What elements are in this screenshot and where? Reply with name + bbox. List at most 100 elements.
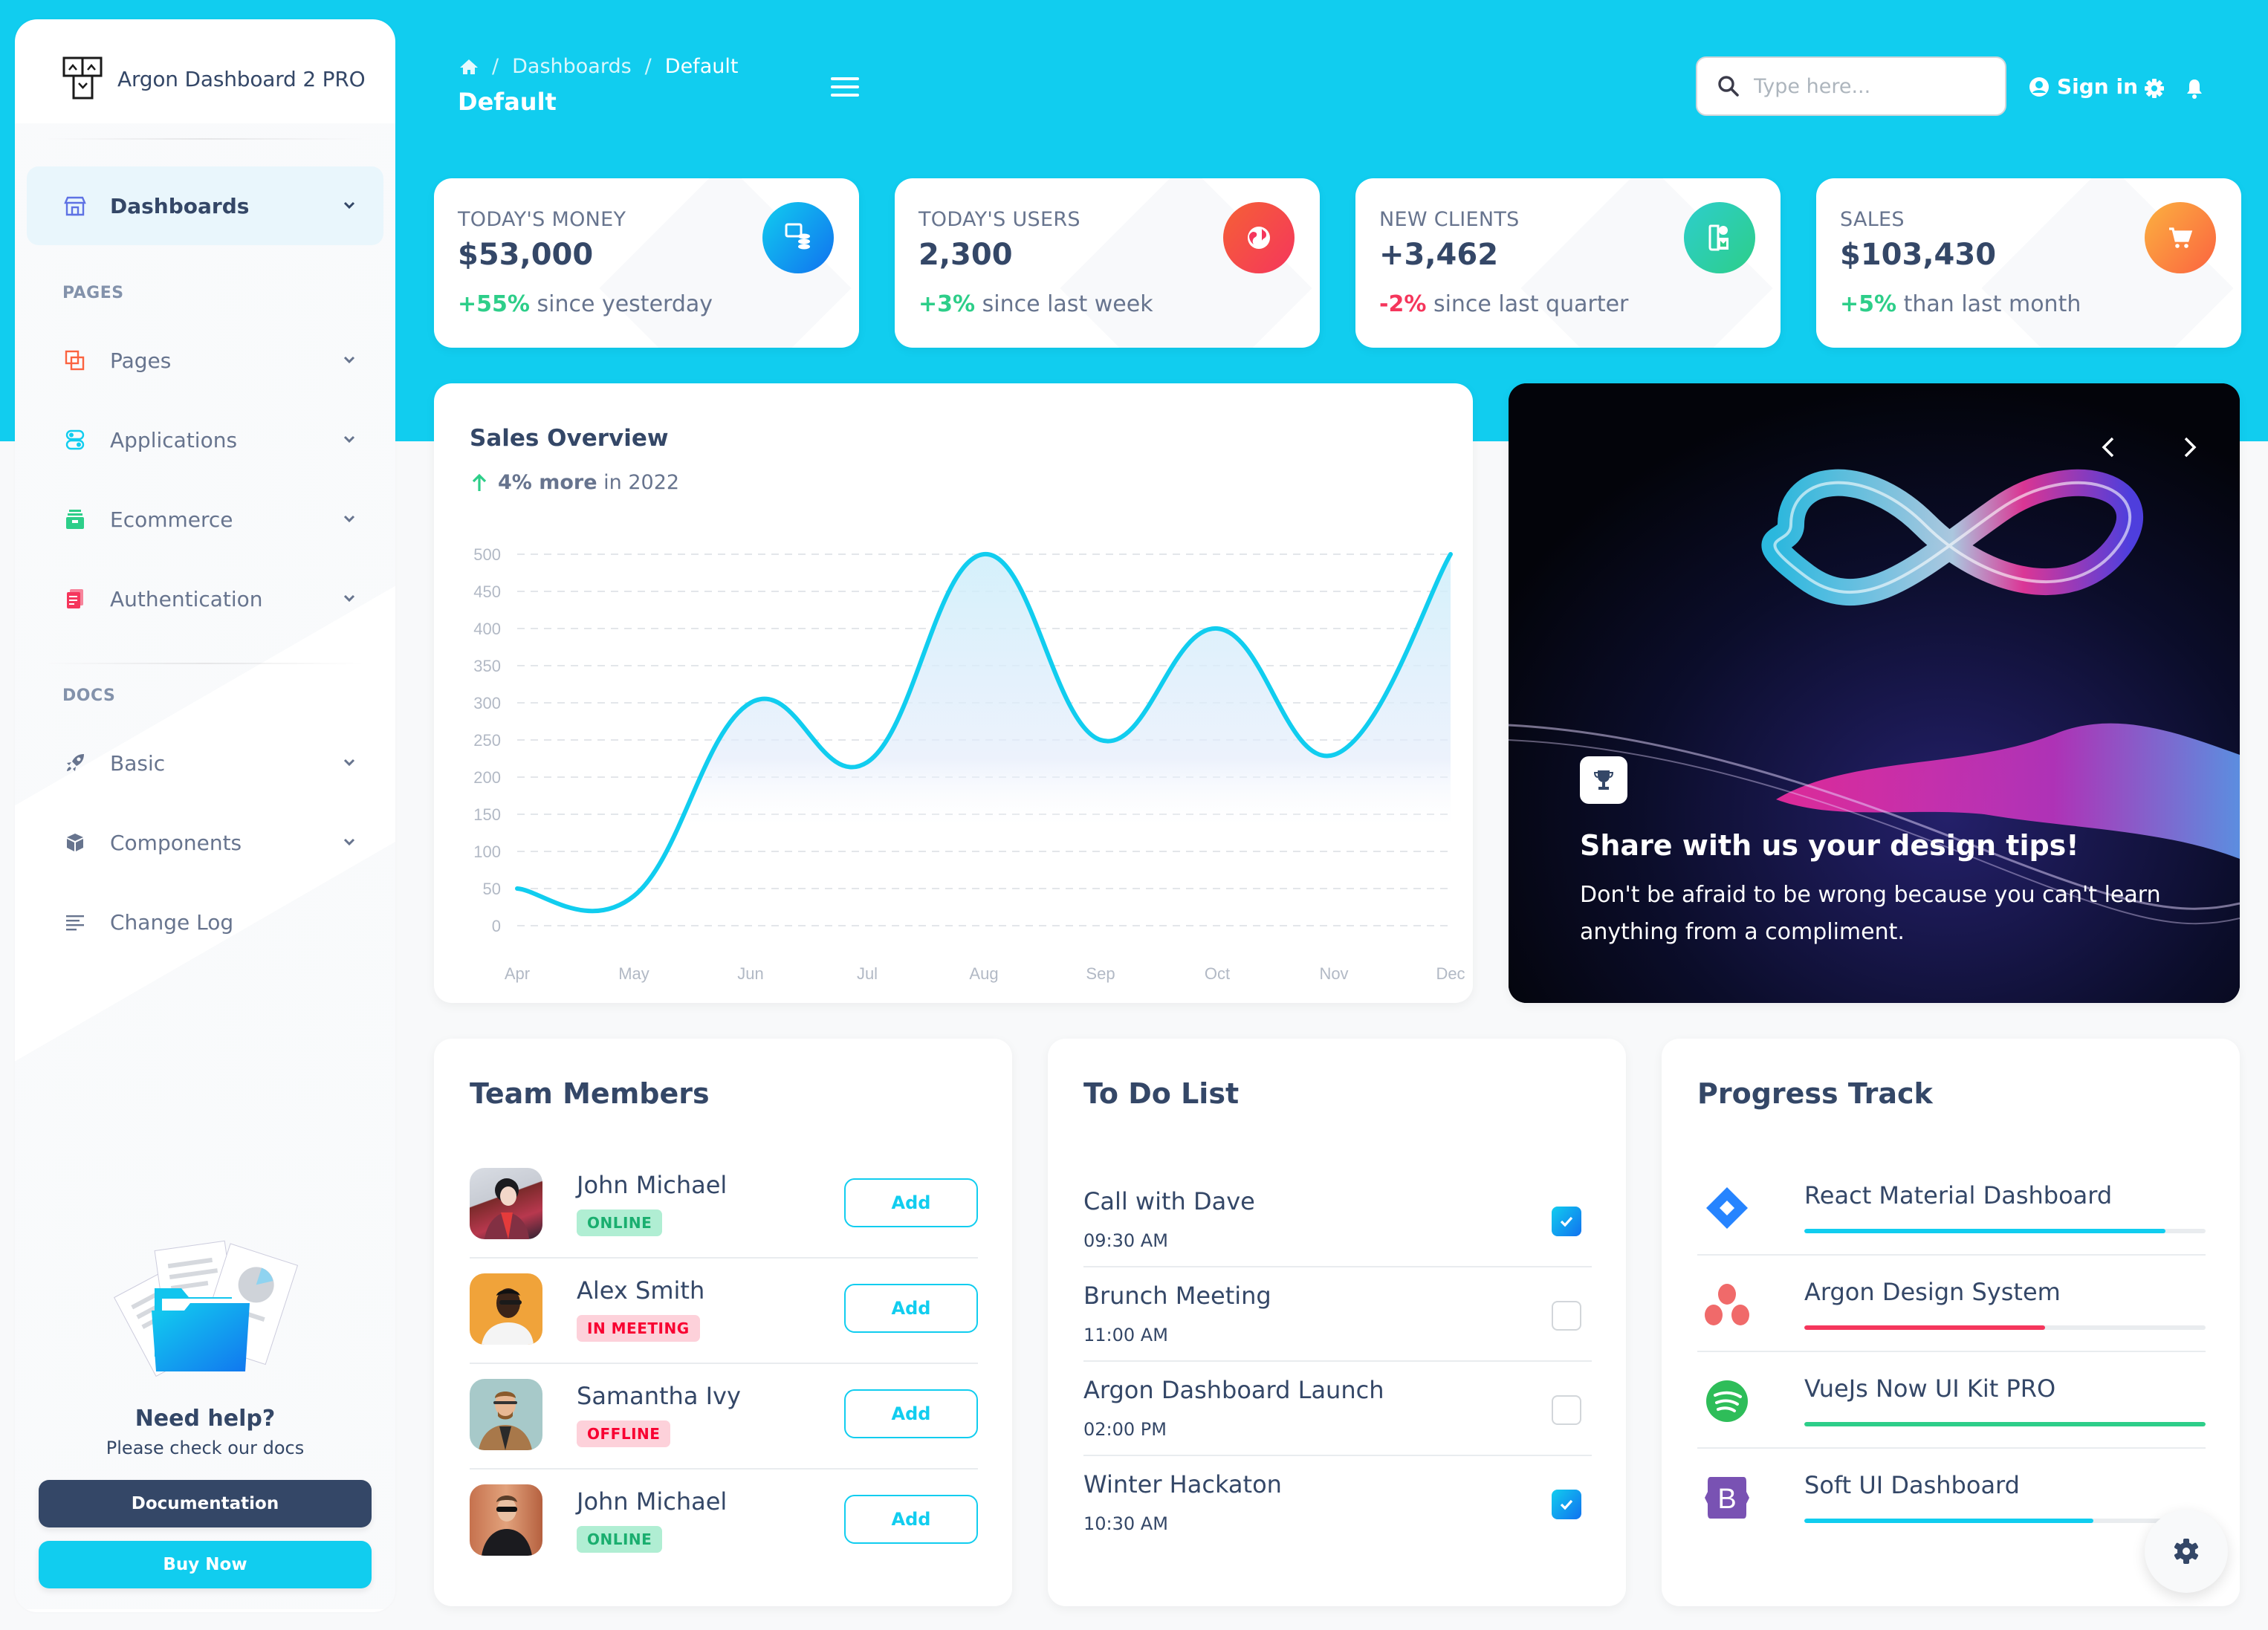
documentation-button[interactable]: Documentation — [39, 1480, 372, 1527]
sidebar-item-pages[interactable]: Pages — [27, 321, 383, 400]
stat-delta-text: since last week — [982, 291, 1153, 317]
todo-checkbox[interactable] — [1552, 1490, 1581, 1519]
documents-folder-illustration — [114, 1240, 299, 1377]
chevron-down-icon — [343, 838, 355, 846]
stat-value: +3,462 — [1379, 238, 1499, 272]
todo-time: 10:30 AM — [1083, 1513, 1168, 1534]
list-item: Samantha Ivy OFFLINE Add — [470, 1377, 978, 1483]
progress-track-card: Progress Track React Material Dashboard … — [1662, 1039, 2240, 1606]
add-member-button[interactable]: Add — [844, 1178, 978, 1227]
carousel-next-icon[interactable] — [2174, 432, 2204, 462]
pages-icon — [62, 348, 88, 373]
y-tick-label: 100 — [473, 842, 501, 861]
avatar — [470, 1484, 542, 1556]
chart-highlight: 4% more — [498, 471, 597, 494]
search-input[interactable] — [1754, 74, 1992, 98]
sidebar-item-authentication[interactable]: Authentication — [27, 559, 383, 638]
progress-fill — [1804, 1229, 2165, 1233]
progress-bar — [1804, 1422, 2206, 1426]
chevron-down-icon — [343, 201, 355, 210]
help-subtitle: Please check our docs — [106, 1438, 305, 1458]
todo-checkbox[interactable] — [1552, 1395, 1581, 1425]
member-name: Samantha Ivy — [577, 1382, 741, 1410]
divider — [1697, 1447, 2206, 1449]
y-tick-label: 500 — [473, 545, 501, 564]
sidebar-item-basic[interactable]: Basic — [27, 724, 383, 802]
chevron-down-icon — [343, 515, 355, 523]
x-tick-label: Aug — [969, 964, 998, 983]
progress-bar — [1804, 1519, 2206, 1523]
chevron-down-icon — [343, 435, 355, 444]
todo-title: Winter Hackaton — [1083, 1470, 1282, 1499]
add-member-button[interactable]: Add — [844, 1495, 978, 1544]
carousel-text: Don't be afraid to be wrong because you … — [1580, 882, 2161, 945]
divider — [470, 1468, 978, 1470]
member-name: John Michael — [577, 1171, 728, 1199]
sidebar-item-applications[interactable]: Applications — [27, 400, 383, 479]
sidebar-item-label: Pages — [110, 348, 172, 373]
card-title: Team Members — [470, 1077, 710, 1110]
home-icon[interactable] — [459, 58, 479, 76]
stat-card-todays-money: TODAY'S MONEY $53,000 +55% since yesterd… — [434, 178, 859, 348]
arrow-up-icon — [472, 473, 487, 491]
breadcrumb-link-dashboards[interactable]: Dashboards — [512, 55, 632, 78]
x-tick-label: Dec — [1436, 964, 1465, 983]
breadcrumb-separator: / — [492, 55, 499, 78]
status-badge: ONLINE — [577, 1209, 663, 1236]
search-box[interactable] — [1696, 56, 2006, 116]
divider — [1697, 1254, 2206, 1256]
sidebar-item-components[interactable]: Components — [27, 803, 383, 882]
add-member-button[interactable]: Add — [844, 1284, 978, 1333]
project-name: React Material Dashboard — [1804, 1181, 2113, 1209]
sidebar-item-label: Components — [110, 830, 242, 855]
todo-list-card: To Do List Call with Dave 09:30 AM Brunc… — [1048, 1039, 1626, 1606]
todo-item: Call with Dave 09:30 AM — [1083, 1187, 1592, 1282]
applications-icon — [62, 427, 88, 452]
stat-value: $53,000 — [458, 238, 594, 272]
list-item: John Michael ONLINE Add — [470, 1166, 978, 1272]
sign-in-link[interactable]: Sign in — [2029, 74, 2138, 99]
todo-checkbox[interactable] — [1552, 1207, 1581, 1236]
stat-delta-percent: +3% — [918, 291, 976, 317]
sidebar-item-ecommerce[interactable]: Ecommerce — [27, 480, 383, 559]
team-members-card: Team Members John Michael ONLINE Add Ale… — [434, 1039, 1012, 1606]
stat-value: $103,430 — [1840, 238, 1997, 272]
todo-checkbox[interactable] — [1552, 1301, 1581, 1331]
configurator-button[interactable] — [2145, 1510, 2228, 1593]
breadcrumb-separator: / — [644, 55, 652, 78]
stat-title: SALES — [1840, 208, 1905, 231]
menu-toggle-icon[interactable] — [831, 77, 859, 98]
y-tick-label: 250 — [473, 731, 501, 750]
svg-text:B: B — [1717, 1484, 1736, 1515]
chevron-down-icon — [343, 759, 355, 767]
sign-in-label: Sign in — [2057, 74, 2139, 99]
settings-gear-icon[interactable] — [2143, 77, 2165, 100]
buy-now-button[interactable]: Buy Now — [39, 1541, 372, 1588]
chart-title: Sales Overview — [470, 425, 669, 452]
sidebar-item-change-log[interactable]: Change Log — [27, 883, 383, 961]
status-badge: IN MEETING — [577, 1315, 700, 1342]
stat-title: TODAY'S MONEY — [458, 208, 626, 231]
design-tips-carousel[interactable]: Share with us your design tips! Don't be… — [1509, 383, 2240, 1003]
sidebar-item-dashboards[interactable]: Dashboards — [27, 166, 383, 245]
x-tick-label: Apr — [505, 964, 530, 983]
divider — [470, 1257, 978, 1259]
stat-card-todays-users: TODAY'S USERS 2,300 +3% since last week — [895, 178, 1320, 348]
add-member-button[interactable]: Add — [844, 1389, 978, 1438]
stat-card-sales: SALES $103,430 +5% than last month — [1816, 178, 2241, 348]
divider — [45, 138, 366, 140]
y-tick-label: 0 — [492, 917, 501, 935]
carousel-prev-icon[interactable] — [2094, 432, 2124, 462]
paper-diploma-icon — [1684, 202, 1755, 273]
check-icon — [1560, 1216, 1573, 1227]
notification-bell-icon[interactable] — [2183, 77, 2206, 100]
todo-title: Argon Dashboard Launch — [1083, 1376, 1384, 1404]
brand[interactable]: Argon Dashboard 2 PRO — [62, 56, 366, 101]
stat-value: 2,300 — [918, 238, 1013, 272]
todo-title: Call with Dave — [1083, 1187, 1255, 1215]
cart-icon — [2145, 202, 2216, 273]
y-tick-label: 350 — [473, 657, 501, 675]
section-title-docs: DOCS — [62, 686, 116, 705]
sidebar-item-label: Basic — [110, 750, 166, 776]
project-name: Soft UI Dashboard — [1804, 1471, 2020, 1499]
